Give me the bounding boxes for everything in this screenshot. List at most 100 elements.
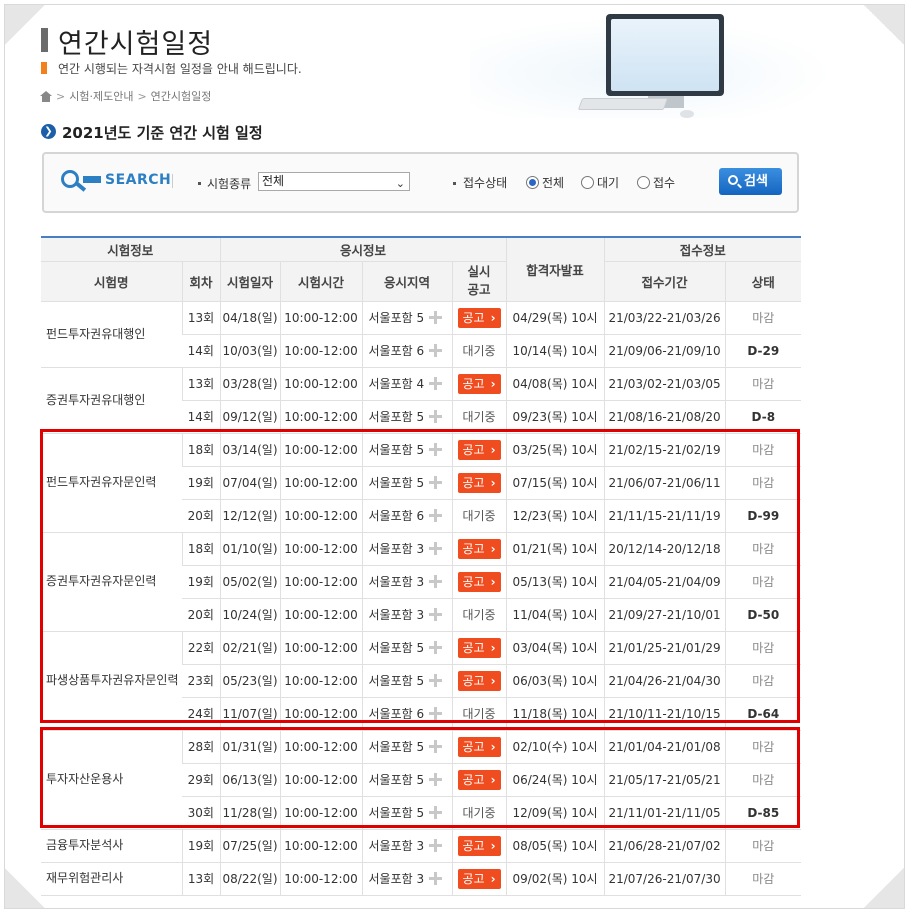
table-row: 금융투자분석사 19회 07/25(일) 10:00-12:00 서울포함 3 공고 › 08…: [41, 829, 802, 863]
plus-icon[interactable]: [429, 410, 443, 423]
page-corner-decoration: [5, 868, 45, 908]
mouse-illustration: [680, 110, 694, 118]
period-cell: 20/12/14-20/12/18: [603, 532, 726, 566]
plus-icon[interactable]: [429, 311, 443, 324]
date-cell: 03/28(일): [219, 367, 281, 401]
period-cell: 21/07/26-21/07/30: [603, 862, 726, 896]
region-cell: 서울포함 5: [361, 796, 453, 830]
time-cell: 10:00-12:00: [279, 664, 363, 698]
notice-cell: 대기중: [451, 598, 507, 632]
status-cell: 마감: [724, 829, 802, 863]
region-cell: 서울포함 5: [361, 433, 453, 467]
result-cell: 09/23(목) 10시: [505, 400, 605, 434]
table-row: 투자자산운용사 28회 01/31(일) 10:00-12:00 서울포함 5 공고 › 02…: [41, 730, 802, 830]
section-title: 2021년도 기준 연간 시험 일정: [62, 124, 263, 142]
region-label: 서울포함 3: [368, 542, 425, 556]
plus-icon[interactable]: [429, 542, 443, 555]
notice-button-label: 공고: [462, 376, 485, 391]
plus-icon[interactable]: [429, 641, 443, 654]
time-cell: 10:00-12:00: [279, 697, 363, 731]
date-cell: 11/07(일): [219, 697, 281, 731]
exam-name-cell: 파생상품투자권유자문인력: [41, 631, 182, 731]
notice-button[interactable]: 공고 ›: [457, 769, 501, 790]
plus-icon[interactable]: [429, 344, 443, 357]
plus-icon[interactable]: [429, 707, 443, 720]
notice-button[interactable]: 공고 ›: [457, 670, 501, 691]
status-cell: 마감: [724, 631, 802, 665]
status-cell: D-29: [724, 334, 802, 368]
result-cell: 09/02(목) 10시: [505, 862, 605, 896]
page-corner-decoration: [864, 868, 904, 908]
breadcrumb-item[interactable]: 연간시험일정: [151, 88, 212, 104]
date-cell: 05/23(일): [219, 664, 281, 698]
notice-cell: 공고 ›: [451, 763, 507, 797]
plus-icon[interactable]: [429, 608, 443, 621]
date-cell: 01/10(일): [219, 532, 281, 566]
notice-button[interactable]: 공고 ›: [457, 736, 501, 757]
notice-button[interactable]: 공고 ›: [457, 439, 501, 460]
status-option-label[interactable]: 전체: [542, 174, 564, 191]
region-cell: 서울포함 3: [361, 598, 453, 632]
plus-icon[interactable]: [429, 674, 443, 687]
notice-button[interactable]: 공고 ›: [457, 472, 501, 493]
notice-cell: 공고 ›: [451, 433, 507, 467]
result-cell: 12/23(목) 10시: [505, 499, 605, 533]
group-header-receipt-info: 접수정보: [603, 236, 802, 262]
result-cell: 11/04(목) 10시: [505, 598, 605, 632]
plus-icon[interactable]: [429, 377, 443, 390]
plus-icon[interactable]: [429, 740, 443, 753]
search-logo-icon: [61, 170, 101, 194]
plus-icon[interactable]: [429, 575, 443, 588]
status-radio-open[interactable]: [637, 176, 650, 189]
result-cell: 04/29(목) 10시: [505, 301, 605, 335]
plus-icon[interactable]: [429, 773, 443, 786]
region-label: 서울포함 5: [368, 641, 425, 655]
period-cell: 21/03/02-21/03/05: [603, 367, 726, 401]
column-header-status: 상태: [724, 260, 802, 302]
search-button[interactable]: 검색: [719, 168, 782, 195]
region-label: 서울포함 4: [368, 377, 425, 391]
notice-cell: 공고 ›: [451, 829, 507, 863]
title-marker: [41, 28, 48, 52]
notice-button[interactable]: 공고 ›: [457, 868, 501, 889]
plus-icon[interactable]: [429, 443, 443, 456]
plus-icon[interactable]: [429, 806, 443, 819]
plus-icon[interactable]: [429, 509, 443, 522]
home-icon[interactable]: [40, 90, 52, 102]
notice-button[interactable]: 공고 ›: [457, 835, 501, 856]
plus-icon[interactable]: [429, 839, 443, 852]
status-cell: D-50: [724, 598, 802, 632]
status-option-label[interactable]: 접수: [653, 174, 675, 191]
round-cell: 22회: [181, 631, 221, 665]
notice-button-label: 공고: [462, 871, 485, 886]
status-option-label[interactable]: 대기: [597, 174, 619, 191]
round-cell: 14회: [182, 400, 221, 434]
bullet-icon: [198, 182, 201, 185]
notice-button[interactable]: 공고 ›: [457, 307, 501, 328]
region-cell: 서울포함 3: [361, 862, 453, 896]
exam-schedule-table: 시험정보 응시정보 합격자발표 접수정보 시험명 회차 시험일자 시험시간 응시…: [41, 236, 802, 896]
period-cell: 21/01/04-21/01/08: [603, 730, 726, 764]
notice-button[interactable]: 공고 ›: [457, 538, 501, 559]
status-radio-all[interactable]: [526, 176, 539, 189]
status-cell: 마감: [724, 367, 802, 401]
table-row: 재무위험관리사 13회 08/22(일) 10:00-12:00 서울포함 3 공고 › 09…: [41, 862, 802, 896]
table-row: 증권투자권유자문인력 18회 01/10(일) 10:00-12:00 서울포함 3 공고…: [41, 532, 802, 632]
time-cell: 10:00-12:00: [279, 829, 363, 863]
result-cell: 01/21(목) 10시: [505, 532, 605, 566]
schedule-body: 펀드투자권유대행인 13회 04/18(일) 10:00-12:00 서울포함 5 공고 ›…: [41, 301, 802, 896]
notice-button[interactable]: 공고 ›: [457, 637, 501, 658]
plus-icon[interactable]: [429, 872, 443, 885]
notice-button[interactable]: 공고 ›: [457, 373, 501, 394]
notice-cell: 대기중: [451, 796, 507, 830]
result-cell: 02/10(수) 10시: [505, 730, 605, 764]
exam-type-select[interactable]: 전체 ⌄: [258, 172, 410, 191]
notice-button[interactable]: 공고 ›: [457, 571, 501, 592]
breadcrumb-item[interactable]: 시험·제도안내: [69, 88, 133, 104]
plus-icon[interactable]: [429, 476, 443, 489]
notice-button-label: 공고: [462, 673, 485, 688]
status-radio-waiting[interactable]: [581, 176, 594, 189]
status-cell: 마감: [724, 532, 802, 566]
page-corner-decoration: [5, 5, 45, 45]
status-cell: 마감: [724, 862, 802, 896]
